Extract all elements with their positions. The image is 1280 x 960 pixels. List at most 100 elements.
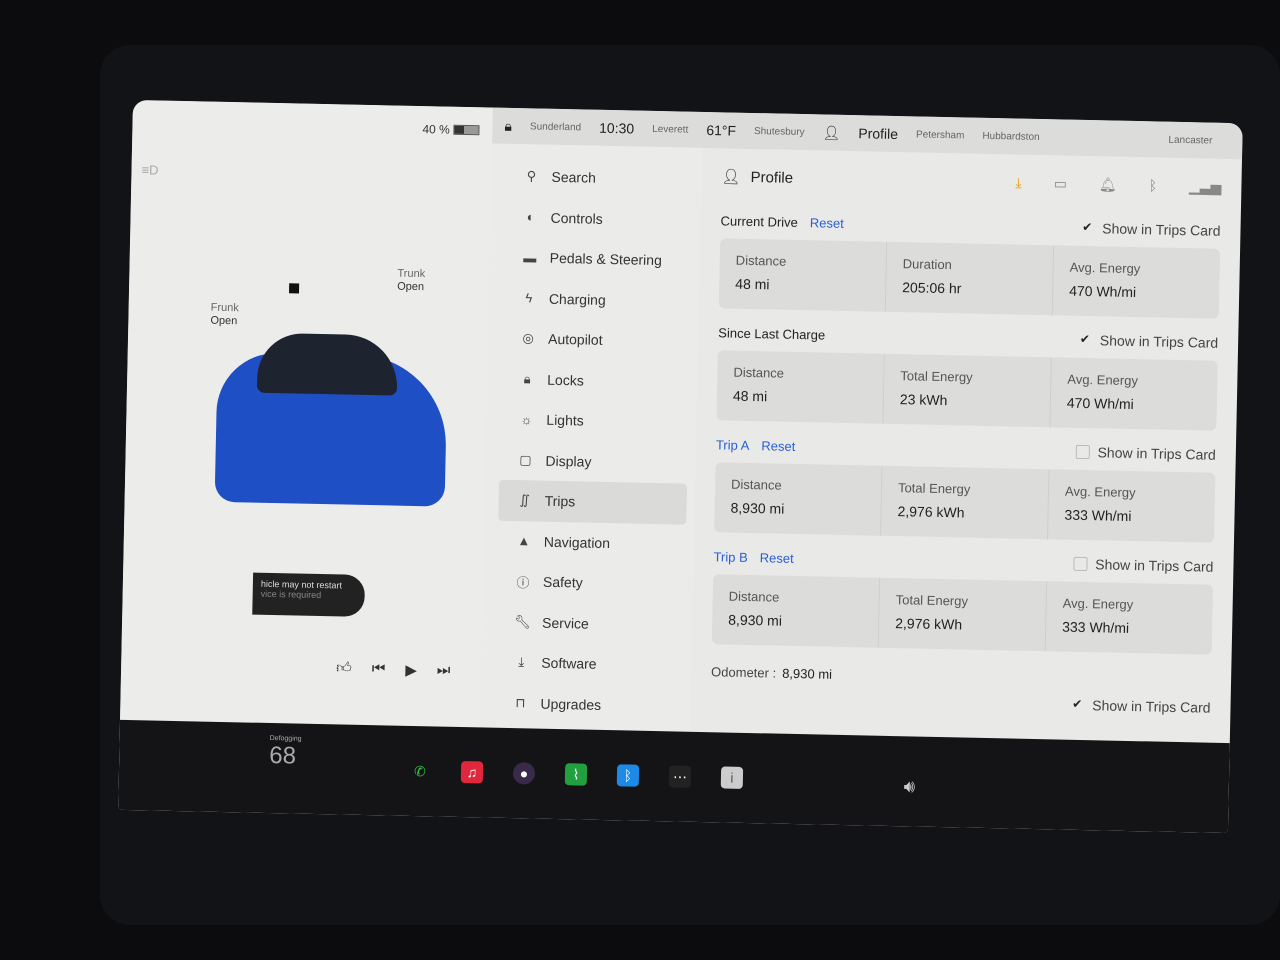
checkbox-checked[interactable]: ✔ [1080, 220, 1094, 235]
volume-icon[interactable]: 🔊︎ [904, 776, 916, 797]
thumbs-up-icon[interactable]: 👍︎ [336, 659, 352, 677]
since-show-in-trips-card[interactable]: ✔ Show in Trips Card [1078, 332, 1219, 351]
menu-item-upgrades[interactable]: ⊓ Upgrades [480, 682, 691, 727]
headlight-icon[interactable]: ≡D [141, 162, 158, 177]
stat-cell: Distance 8,930 mi [711, 574, 881, 648]
clock: 10:30 [598, 119, 635, 137]
menu-item-autopilot[interactable]: ◎ Autopilot [488, 317, 699, 362]
current-stats-card: Distance 48 mi Duration 205:06 hr Avg. Energ… [718, 238, 1221, 319]
settings-menu: ⚲ Search ◐ Controls ▬ Pedals & Steering ϟ Charg… [479, 143, 703, 732]
wrench-icon: 🔧︎ [514, 613, 531, 630]
service-alert[interactable]: hicle may not restart vice is required [252, 572, 366, 617]
stat-cell: Total Energy 2,976 kWh [881, 465, 1050, 540]
stat-cell: Avg. Energy 470 Wh/mi [1066, 371, 1139, 413]
tripb-show-in-trips-card[interactable]: Show in Trips Card [1073, 556, 1214, 575]
touchscreen: ≡D 40 % Frunk Open Trunk Open hicle may no… [118, 100, 1243, 834]
checkbox-unchecked[interactable] [1075, 444, 1090, 460]
bell-icon[interactable]: 🔔︎ [1099, 176, 1117, 193]
steering-wheel-icon: ◎ [522, 330, 534, 346]
battery-icon [453, 124, 480, 136]
download-icon[interactable]: ⤓ [1015, 174, 1022, 191]
car-visualization-panel: ≡D 40 % Frunk Open Trunk Open hicle may no… [120, 100, 493, 728]
car-image [214, 332, 448, 507]
camera-icon[interactable]: ● [512, 762, 536, 785]
menu-item-display[interactable]: ▢ Display [485, 439, 696, 484]
menu-item-lights[interactable]: ☼ Lights [486, 398, 697, 443]
music-icon[interactable]: ♫ [460, 761, 484, 784]
outside-temp: 61°F [706, 122, 737, 139]
stat-cell: Total Energy 2,976 kWh [878, 577, 1048, 652]
since-stats-card: Distance 48 mi Total Energy 23 kWh Avg. Ener… [716, 350, 1218, 431]
climate-control[interactable]: Defogging 68 [269, 735, 302, 771]
tripb-header: Trip B Reset Show in Trips Card [713, 546, 1213, 576]
checkbox-checked[interactable]: ✔ [1070, 697, 1084, 712]
manual-icon[interactable]: i [720, 766, 744, 789]
display-icon: ▢ [519, 451, 532, 468]
car-icon: ▬ [523, 249, 537, 266]
menu-item-navigation[interactable]: ▲ Navigation [483, 520, 694, 565]
navigation-icon: ▲ [517, 533, 531, 549]
menu-item-charging[interactable]: ϟ Charging [489, 277, 700, 322]
menu-item-controls[interactable]: ◐ Controls [490, 196, 701, 241]
more-apps-icon[interactable]: ⋯ [668, 765, 692, 788]
alert-circle-icon: ⓘ [516, 574, 530, 591]
show-in-trips-card-odometer[interactable]: ✔ Show in Trips Card [1070, 697, 1211, 716]
menu-item-software[interactable]: ⤓ Software [481, 641, 692, 686]
stat-cell: Total Energy 23 kWh [883, 353, 1052, 428]
menu-item-trips[interactable]: ∬ Trips [498, 479, 688, 525]
since-header: Since Last Charge ✔ Show in Trips Card [718, 322, 1218, 352]
lte-signal-icon: ▁▃▅ [1188, 177, 1222, 195]
media-controls: 👍︎ ⏮ ▶ ⏭ [336, 659, 451, 679]
previous-track-button[interactable]: ⏮ [372, 660, 386, 678]
checkbox-checked[interactable]: ✔ [1078, 332, 1092, 347]
stat-cell: Distance 48 mi [718, 238, 888, 312]
bluetooth-app-icon[interactable]: ᛒ [616, 764, 640, 787]
toggle-icon: ◐ [526, 209, 535, 225]
current-reset-button[interactable]: Reset [810, 215, 844, 231]
section-title: Trip A [715, 436, 750, 453]
frunk-button[interactable]: Frunk Open [210, 302, 239, 329]
stat-cell: Avg. Energy 333 Wh/mi [1064, 483, 1136, 524]
phone-icon[interactable]: ✆ [409, 760, 431, 782]
unlock-icon[interactable] [288, 283, 300, 294]
menu-item-search[interactable]: ⚲ Search [491, 156, 702, 201]
bag-icon: ⊓ [515, 694, 526, 711]
menu-item-pedals-steering[interactable]: ▬ Pedals & Steering [489, 237, 700, 282]
stat-cell: Distance 8,930 mi [714, 462, 883, 536]
profile-button[interactable]: Profile [858, 125, 898, 142]
menu-item-service[interactable]: 🔧︎ Service [482, 601, 693, 646]
download-icon: ⤓ [518, 654, 525, 670]
lock-status-icon[interactable]: 🔒︎ [504, 117, 512, 134]
menu-item-locks[interactable]: 🔒︎ Locks [487, 358, 698, 403]
tripb-stats-card: Distance 8,930 mi Total Energy 2,976 kWh Avg… [711, 574, 1214, 655]
current-header: Current Drive Reset ✔ Show in Trips Card [720, 210, 1220, 240]
tripa-show-in-trips-card[interactable]: Show in Trips Card [1075, 444, 1216, 463]
profile-link[interactable]: Profile [750, 168, 793, 186]
energy-app-icon[interactable]: ⌇ [564, 763, 588, 786]
profile-header: 👤︎ Profile ⤓ ▭ 🔔︎ ᛒ ▁▃▅ [721, 156, 1222, 206]
trips-icon: ∬ [519, 492, 530, 508]
play-button[interactable]: ▶ [405, 661, 417, 679]
menu-item-safety[interactable]: ⓘ Safety [483, 560, 694, 605]
stat-cell: Distance 48 mi [716, 350, 885, 424]
glovebox-icon[interactable]: ▭ [1054, 175, 1068, 192]
sun-icon: ☼ [520, 411, 533, 428]
checkbox-unchecked[interactable] [1073, 556, 1088, 572]
odometer: Odometer : 8,930 mi [710, 664, 833, 682]
tripb-reset-button[interactable]: Reset [760, 550, 794, 566]
lock-icon: 🔒︎ [523, 370, 531, 387]
next-track-button[interactable]: ⏭ [437, 661, 451, 679]
search-icon: ⚲ [526, 168, 537, 184]
current-show-in-trips-card[interactable]: ✔ Show in Trips Card [1080, 220, 1221, 239]
bluetooth-icon[interactable]: ᛒ [1149, 177, 1158, 194]
profile-icon[interactable]: 👤︎ [822, 124, 840, 141]
trips-panel: 👤︎ Profile ⤓ ▭ 🔔︎ ᛒ ▁▃▅ Current Drive Res… [710, 148, 1222, 742]
stat-cell: Duration 205:06 hr [885, 241, 1055, 316]
trunk-button[interactable]: Trunk Open [397, 268, 425, 295]
section-title: Trip B [713, 548, 748, 565]
tripa-reset-button[interactable]: Reset [761, 438, 795, 454]
stat-cell: Avg. Energy 333 Wh/mi [1062, 595, 1134, 636]
stat-cell: Avg. Energy 470 Wh/mi [1069, 259, 1141, 301]
section-title: Since Last Charge [718, 324, 826, 343]
bolt-icon: ϟ [525, 290, 533, 306]
